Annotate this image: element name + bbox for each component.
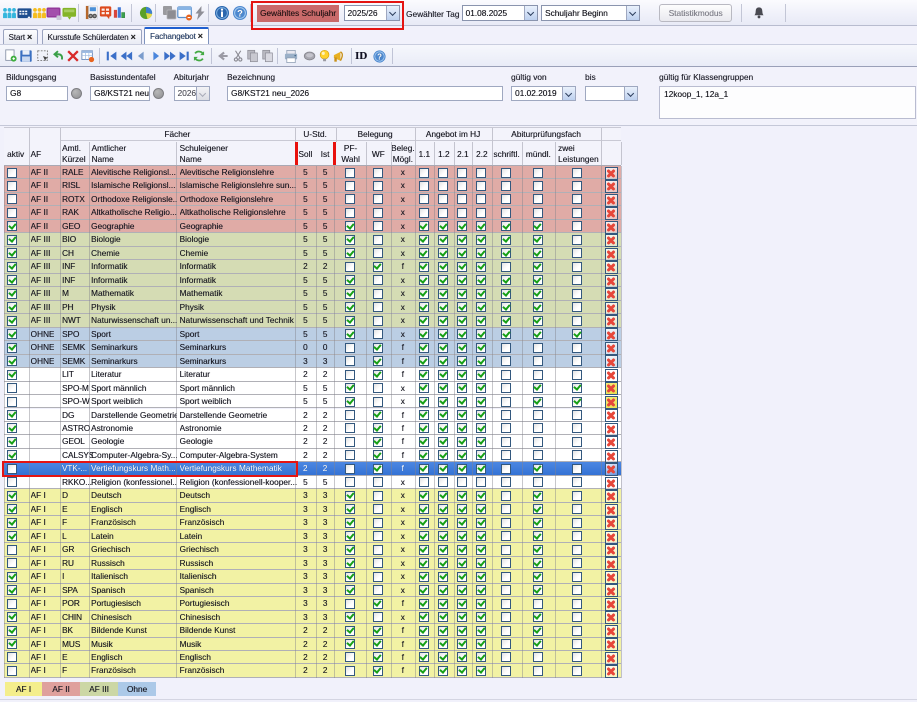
svg-text:?: ? (377, 52, 382, 61)
svg-text:?: ? (237, 9, 243, 20)
